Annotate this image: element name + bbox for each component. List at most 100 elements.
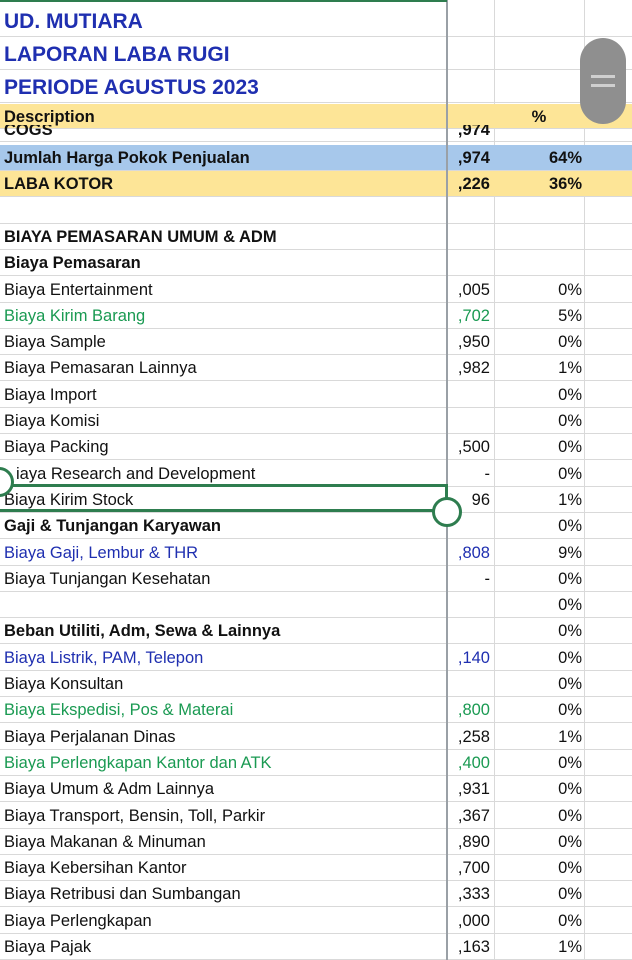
row-percent[interactable]: 0%	[494, 829, 582, 855]
row-amount[interactable]: ,702	[448, 303, 490, 329]
row-percent[interactable]: 0%	[494, 881, 582, 907]
row-description[interactable]: Biaya Entertainment	[4, 277, 444, 303]
row-description[interactable]: Jumlah Harga Pokok Penjualan	[4, 145, 444, 171]
selection-handle-icon[interactable]	[432, 497, 462, 527]
row-percent[interactable]: 0%	[494, 750, 582, 776]
row-amount[interactable]: ,890	[448, 829, 490, 855]
row-description[interactable]: Biaya Gaji, Lembur & THR	[4, 540, 444, 566]
row-percent[interactable]: 0%	[494, 908, 582, 934]
row-amount[interactable]: ,931	[448, 776, 490, 802]
row-amount[interactable]: ,005	[448, 277, 490, 303]
row-percent[interactable]	[494, 125, 582, 142]
row-description[interactable]: Biaya Konsultan	[4, 671, 444, 697]
row-amount[interactable]: ,800	[448, 697, 490, 723]
row-description[interactable]: Beban Utiliti, Adm, Sewa & Lainnya	[4, 618, 444, 644]
row-amount[interactable]: ,258	[448, 724, 490, 750]
row-description[interactable]: Biaya Umum & Adm Lainnya	[4, 776, 444, 802]
row-description[interactable]: Biaya Makanan & Minuman	[4, 829, 444, 855]
row-description[interactable]: Biaya Sample	[4, 329, 444, 355]
row-percent[interactable]: 5%	[494, 303, 582, 329]
row-percent[interactable]: 0%	[494, 408, 582, 434]
row-description[interactable]: Biaya Transport, Bensin, Toll, Parkir	[4, 803, 444, 829]
spreadsheet[interactable]: UD. MUTIARA LAPORAN LABA RUGI PERIODE AG…	[0, 0, 632, 960]
row-amount[interactable]: ,163	[448, 934, 490, 960]
row-percent[interactable]: 64%	[494, 145, 582, 171]
row-amount[interactable]: ,000	[448, 908, 490, 934]
row-amount[interactable]: ,808	[448, 540, 490, 566]
row-percent[interactable]: 0%	[494, 592, 582, 618]
row-description[interactable]: Biaya Import	[4, 382, 444, 408]
row-percent[interactable]: 0%	[494, 855, 582, 881]
row-description[interactable]: Biaya Packing	[4, 434, 444, 460]
row-description[interactable]: Biaya Perlengkapan	[4, 908, 444, 934]
row-amount[interactable]: ,500	[448, 434, 490, 460]
row-description[interactable]	[4, 198, 444, 224]
row-percent[interactable]: 0%	[494, 671, 582, 697]
row-description[interactable]: Biaya Pemasaran Lainnya	[4, 355, 444, 381]
row-amount[interactable]	[448, 224, 490, 250]
row-percent[interactable]: 1%	[494, 934, 582, 960]
row-description[interactable]: BIAYA PEMASARAN UMUM & ADM	[4, 224, 444, 250]
scroll-thumb-icon[interactable]	[580, 38, 626, 124]
row-description[interactable]: Biaya Komisi	[4, 408, 444, 434]
row-percent[interactable]: 0%	[494, 618, 582, 644]
row-percent[interactable]: 0%	[494, 566, 582, 592]
row-percent[interactable]: 0%	[494, 513, 582, 539]
row-amount[interactable]: ,950	[448, 329, 490, 355]
row-description[interactable]: Biaya Kirim Barang	[4, 303, 444, 329]
row-amount[interactable]	[448, 592, 490, 618]
row-percent[interactable]: 36%	[494, 171, 582, 197]
row-amount[interactable]: ,333	[448, 881, 490, 907]
row-amount[interactable]: ,974	[448, 125, 490, 142]
row-percent[interactable]: 0%	[494, 382, 582, 408]
report-period[interactable]: PERIODE AGUSTUS 2023	[4, 70, 444, 103]
row-description[interactable]: Biaya Perjalanan Dinas	[4, 724, 444, 750]
row-description[interactable]: Biaya Tunjangan Kesehatan	[4, 566, 444, 592]
row-description[interactable]: iaya Research and Development	[16, 461, 456, 487]
row-amount[interactable]: ,400	[448, 750, 490, 776]
row-amount[interactable]	[448, 382, 490, 408]
row-percent[interactable]: 0%	[494, 329, 582, 355]
row-amount[interactable]: ,974	[448, 145, 490, 171]
row-amount[interactable]: -	[448, 566, 491, 592]
cell-selection[interactable]	[0, 484, 448, 512]
row-percent[interactable]	[494, 250, 582, 276]
row-percent[interactable]: 0%	[494, 277, 582, 303]
row-description[interactable]: Biaya Listrik, PAM, Telepon	[4, 645, 444, 671]
row-amount[interactable]: ,140	[448, 645, 490, 671]
row-description[interactable]: Biaya Kebersihan Kantor	[4, 855, 444, 881]
row-description[interactable]: Gaji & Tunjangan Karyawan	[4, 513, 444, 539]
report-title[interactable]: LAPORAN LABA RUGI	[4, 37, 444, 70]
row-amount[interactable]: ,367	[448, 803, 490, 829]
row-amount[interactable]: ,982	[448, 355, 490, 381]
row-percent[interactable]: 1%	[494, 487, 582, 513]
row-percent[interactable]: 0%	[494, 697, 582, 723]
row-percent[interactable]: 1%	[494, 355, 582, 381]
row-percent[interactable]: 0%	[494, 776, 582, 802]
row-description[interactable]: Biaya Ekspedisi, Pos & Materai	[4, 697, 444, 723]
row-amount[interactable]	[448, 198, 490, 224]
row-percent[interactable]	[494, 224, 582, 250]
row-amount[interactable]	[448, 618, 490, 644]
row-description[interactable]: Biaya Retribusi dan Sumbangan	[4, 881, 444, 907]
row-description[interactable]: LABA KOTOR	[4, 171, 444, 197]
row-percent[interactable]: 0%	[494, 461, 582, 487]
row-percent[interactable]: 0%	[494, 803, 582, 829]
row-percent[interactable]: 9%	[494, 540, 582, 566]
row-percent[interactable]: 0%	[494, 645, 582, 671]
row-amount[interactable]	[448, 250, 490, 276]
row-description[interactable]: Biaya Perlengkapan Kantor dan ATK	[4, 750, 444, 776]
row-description[interactable]	[4, 592, 444, 618]
row-amount[interactable]: ,226	[448, 171, 490, 197]
row-amount[interactable]: -	[448, 461, 491, 487]
row-amount[interactable]: ,700	[448, 855, 490, 881]
row-description[interactable]: Biaya Pemasaran	[4, 250, 444, 276]
row-amount[interactable]	[448, 408, 490, 434]
row-amount[interactable]	[448, 671, 490, 697]
row-percent[interactable]: 1%	[494, 724, 582, 750]
row-description[interactable]: COGS	[4, 125, 444, 142]
row-percent[interactable]	[494, 198, 582, 224]
row-description[interactable]: Biaya Pajak	[4, 934, 444, 960]
row-percent[interactable]: 0%	[494, 434, 582, 460]
company-name[interactable]: UD. MUTIARA	[4, 4, 444, 37]
